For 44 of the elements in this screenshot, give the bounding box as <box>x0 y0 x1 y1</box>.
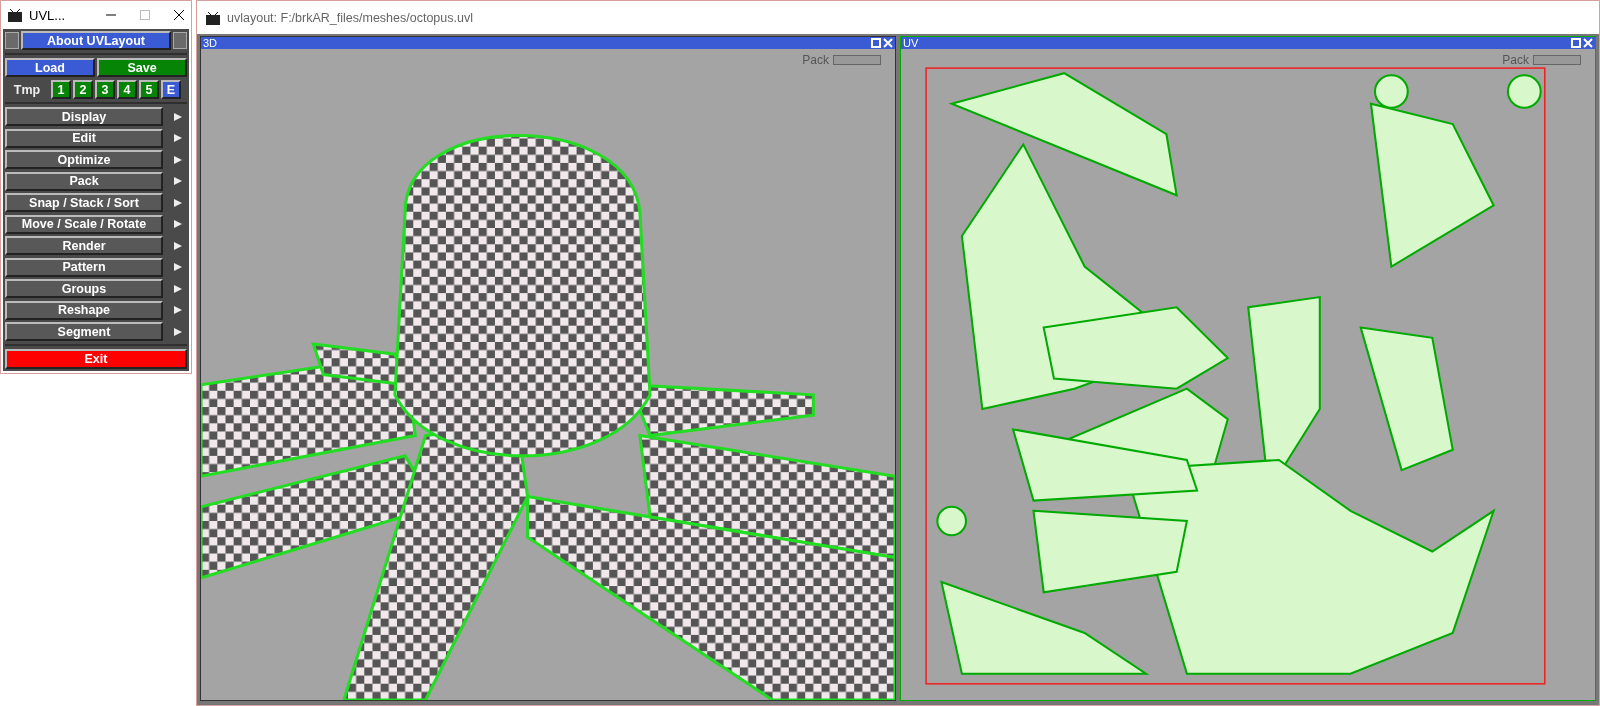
grip-handle[interactable] <box>173 32 187 49</box>
submenu-arrow-icon[interactable] <box>173 326 183 337</box>
pack-label: Pack <box>802 53 829 67</box>
slot-button[interactable]: 5 <box>139 80 159 99</box>
submenu-arrow-icon[interactable] <box>173 154 183 165</box>
tmp-label: Tmp <box>12 82 42 97</box>
menu-button[interactable]: Move / Scale / Rotate <box>5 214 163 234</box>
slot-button[interactable]: 4 <box>117 80 137 99</box>
submenu-arrow-icon[interactable] <box>173 197 183 208</box>
menu-button[interactable]: Display <box>5 107 163 126</box>
window-title: uvlayout: F:/brkAR_files/meshes/octopus.uvl <box>227 10 473 25</box>
menu-button[interactable]: Snap / Stack / Sort <box>5 193 163 212</box>
menu-button[interactable]: Render <box>5 236 163 255</box>
close-icon[interactable] <box>173 9 185 21</box>
menu-button[interactable]: Pattern <box>5 257 163 277</box>
slot-button[interactable]: E <box>161 80 181 99</box>
submenu-arrow-icon[interactable] <box>173 262 183 272</box>
app-logo-icon <box>205 9 221 26</box>
slot-button[interactable]: 1 <box>51 80 71 99</box>
menu-button[interactable]: Optimize <box>5 150 163 169</box>
grip-handle[interactable] <box>5 32 19 49</box>
submenu-arrow-icon[interactable] <box>173 305 183 315</box>
submenu-arrow-icon[interactable] <box>173 219 183 229</box>
about-button[interactable]: About UVLayout <box>21 31 171 50</box>
exit-button[interactable]: Exit <box>5 349 187 369</box>
menu-button[interactable]: Edit <box>5 128 163 148</box>
submenu-arrow-icon[interactable] <box>173 283 183 294</box>
load-button[interactable]: Load <box>5 58 95 77</box>
window-title: UVL... <box>29 7 67 23</box>
slot-button[interactable]: 3 <box>95 80 115 99</box>
menu-button[interactable]: Reshape <box>5 300 163 320</box>
viewport-title: UV <box>903 37 920 49</box>
menu-button[interactable]: Pack <box>5 171 163 191</box>
submenu-arrow-icon[interactable] <box>173 240 183 251</box>
viewport-title: 3D <box>203 37 219 49</box>
app-logo-icon <box>7 7 23 23</box>
slot-button[interactable]: 2 <box>73 80 93 99</box>
save-button[interactable]: Save <box>97 58 187 77</box>
submenu-arrow-icon[interactable] <box>173 111 183 122</box>
menu-button[interactable]: Groups <box>5 279 163 298</box>
pack-label: Pack <box>1502 53 1529 67</box>
menu-button[interactable]: Segment <box>5 322 163 341</box>
submenu-arrow-icon[interactable] <box>173 133 183 143</box>
submenu-arrow-icon[interactable] <box>173 176 183 186</box>
